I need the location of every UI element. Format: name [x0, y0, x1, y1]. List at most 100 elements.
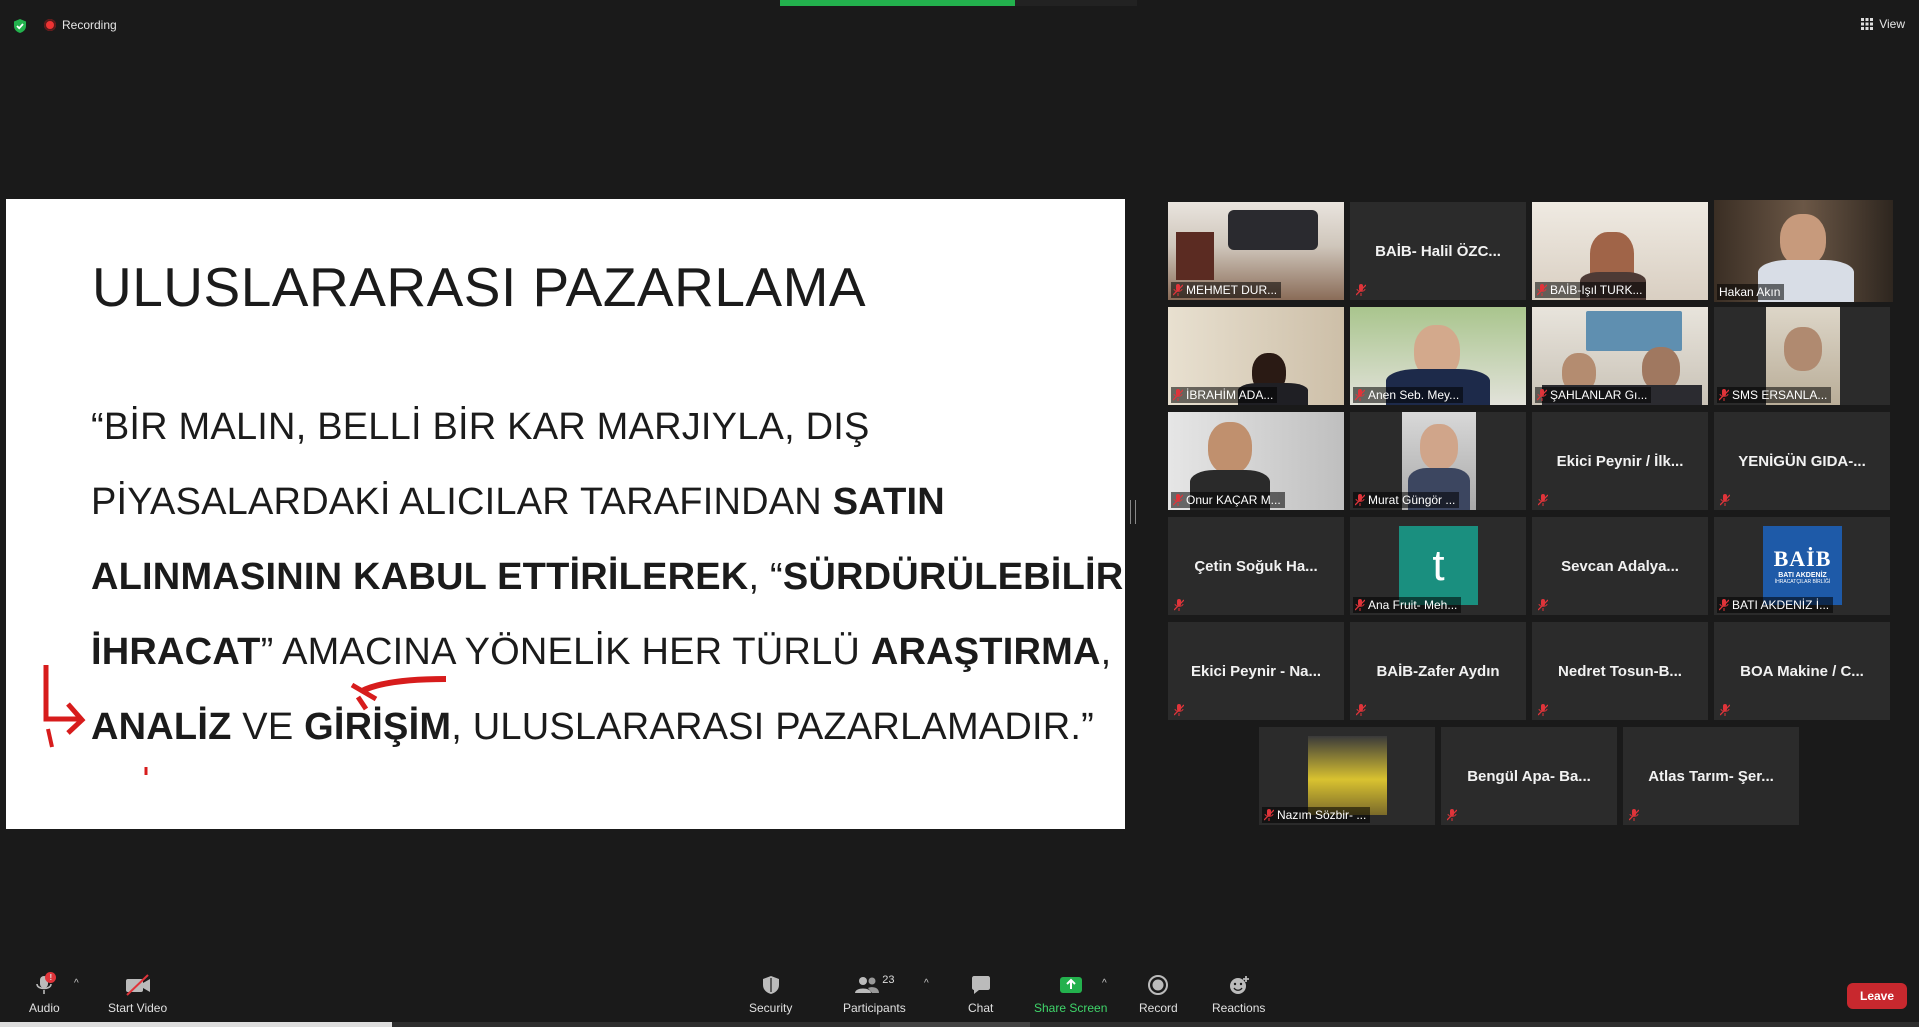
- participant-tile[interactable]: Atlas Tarım- Şer...: [1623, 727, 1799, 825]
- security-label: Security: [749, 1001, 793, 1015]
- participant-name: Ekici Peynir / İlk...: [1556, 452, 1684, 470]
- record-button[interactable]: Record: [1139, 974, 1178, 1015]
- participant-tile[interactable]: Onur KAÇAR M...: [1168, 412, 1344, 510]
- participant-name: Atlas Tarım- Şer...: [1648, 767, 1774, 785]
- participant-tile[interactable]: MEHMET DUR...: [1168, 202, 1344, 300]
- mic-muted-icon: [1355, 599, 1365, 611]
- panel-splitter-handle[interactable]: [1130, 500, 1136, 524]
- participant-name-label: MEHMET DUR...: [1186, 283, 1278, 297]
- chat-label: Chat: [968, 1001, 994, 1015]
- participants-button[interactable]: 23 Participants: [843, 974, 906, 1015]
- mic-muted-icon: [1719, 389, 1729, 401]
- participant-tile[interactable]: BOA Makine / C...: [1714, 622, 1890, 720]
- mic-muted-icon: [1174, 599, 1184, 611]
- participant-name: Sevcan Adalya...: [1561, 557, 1679, 575]
- participant-name-label: Ana Fruit- Meh...: [1368, 598, 1458, 612]
- participant-name: BOA Makine / C...: [1740, 662, 1864, 680]
- participant-tile[interactable]: BAİB BATI AKDENİZ İHRACATÇILAR BİRLİĞİ B…: [1714, 517, 1890, 615]
- reactions-button[interactable]: Reactions: [1212, 974, 1265, 1015]
- participant-tile[interactable]: BAİB- Halil ÖZC...: [1350, 202, 1526, 300]
- mic-muted-icon: [1174, 704, 1184, 716]
- mic-muted-icon: [1538, 704, 1548, 716]
- shield-icon: [762, 976, 779, 994]
- participant-name: Bengül Apa- Ba...: [1467, 767, 1591, 785]
- mic-muted-icon: [1537, 284, 1547, 296]
- chat-button[interactable]: Chat: [968, 974, 993, 1015]
- participant-name-label: BATI AKDENİZ İ...: [1732, 598, 1830, 612]
- mic-muted-icon: [1355, 494, 1365, 506]
- participant-name-label: ŞAHLANLAR Gı...: [1550, 388, 1648, 402]
- participants-label: Participants: [843, 1001, 906, 1015]
- mic-muted-icon: [1356, 284, 1366, 296]
- annotation-arrows-icon: [43, 665, 447, 775]
- participant-name-label: Onur KAÇAR M...: [1186, 493, 1281, 507]
- shared-screen-slide: ULUSLARARASI PAZARLAMA “BİR MALIN, BELLİ…: [6, 199, 1125, 829]
- leave-button[interactable]: Leave: [1847, 983, 1907, 1009]
- recording-label: Recording: [62, 18, 117, 32]
- participant-name-label: İBRAHİM ADA...: [1186, 388, 1274, 402]
- participant-tile[interactable]: t Ana Fruit- Meh...: [1350, 517, 1526, 615]
- participant-tile[interactable]: Ekici Peynir - Na...: [1168, 622, 1344, 720]
- participant-name: BAİB-Zafer Aydın: [1376, 662, 1500, 680]
- record-label: Record: [1139, 1001, 1178, 1015]
- participant-tile[interactable]: Sevcan Adalya...: [1532, 517, 1708, 615]
- mic-muted-icon: [1538, 494, 1548, 506]
- shield-check-icon[interactable]: [12, 18, 28, 34]
- mic-muted-icon: [1173, 494, 1183, 506]
- record-icon: [1148, 975, 1169, 995]
- security-button[interactable]: Security: [749, 974, 792, 1015]
- participants-options-caret-icon[interactable]: ^: [924, 978, 929, 989]
- participants-count: 23: [882, 974, 895, 986]
- taskbar-strip: [0, 1022, 1919, 1027]
- mic-muted-icon: [1264, 809, 1274, 821]
- mic-muted-icon: [1447, 809, 1457, 821]
- smiley-icon: [1229, 976, 1249, 994]
- audio-button[interactable]: ! Audio: [29, 972, 60, 1015]
- chat-bubble-icon: [971, 976, 990, 994]
- participant-tile[interactable]: Bengül Apa- Ba...: [1441, 727, 1617, 825]
- view-button[interactable]: View: [1861, 17, 1905, 31]
- participant-tile[interactable]: BAİB-Zafer Aydın: [1350, 622, 1526, 720]
- start-video-label: Start Video: [108, 1001, 168, 1015]
- participant-tile[interactable]: Nazım Sözbir- ...: [1259, 727, 1435, 825]
- participant-name-label: Anen Seb. Mey...: [1368, 388, 1460, 402]
- reactions-label: Reactions: [1212, 1001, 1266, 1015]
- participant-name: YENİGÜN GIDA-...: [1738, 452, 1866, 470]
- participant-name-label: Murat Güngör ...: [1368, 493, 1456, 507]
- share-screen-icon: [1059, 977, 1082, 993]
- mic-muted-icon: [1537, 389, 1547, 401]
- record-dot-icon: [44, 19, 56, 31]
- participant-tile[interactable]: Nedret Tosun-B...: [1532, 622, 1708, 720]
- share-screen-button[interactable]: Share Screen: [1034, 974, 1107, 1015]
- participant-tile[interactable]: Çetin Soğuk Ha...: [1168, 517, 1344, 615]
- mic-muted-icon: [1720, 704, 1730, 716]
- mic-muted-icon: [1720, 494, 1730, 506]
- mic-muted-icon: [1355, 389, 1365, 401]
- participant-tile[interactable]: SMS ERSANLA...: [1714, 307, 1890, 405]
- recording-indicator[interactable]: Recording: [44, 18, 117, 32]
- mic-muted-icon: [1356, 704, 1366, 716]
- share-options-caret-icon[interactable]: ^: [1102, 978, 1107, 989]
- video-off-icon: [125, 974, 150, 996]
- mic-muted-icon: [1173, 389, 1183, 401]
- participant-name-label: Hakan Akın: [1719, 285, 1781, 299]
- participant-tile[interactable]: BAİB-Işıl TURK...: [1532, 202, 1708, 300]
- participant-name-label: Nazım Sözbir- ...: [1277, 808, 1367, 822]
- mic-muted-icon: [1173, 284, 1183, 296]
- participant-tile[interactable]: İBRAHİM ADA...: [1168, 307, 1344, 405]
- start-video-button[interactable]: Start Video: [108, 974, 167, 1015]
- participant-name-label: SMS ERSANLA...: [1732, 388, 1828, 402]
- participant-tile[interactable]: Murat Güngör ...: [1350, 412, 1526, 510]
- audio-options-caret-icon[interactable]: ^: [74, 978, 79, 989]
- participant-tile[interactable]: YENİGÜN GIDA-...: [1714, 412, 1890, 510]
- people-icon: [855, 977, 880, 993]
- participant-tile[interactable]: Anen Seb. Mey...: [1350, 307, 1526, 405]
- participant-tile-active-speaker[interactable]: Hakan Akın: [1714, 200, 1893, 302]
- participant-name-label: BAİB-Işıl TURK...: [1550, 283, 1643, 297]
- grid-icon: [1861, 18, 1874, 30]
- participant-tile[interactable]: ŞAHLANLAR Gı...: [1532, 307, 1708, 405]
- participant-tile[interactable]: Ekici Peynir / İlk...: [1532, 412, 1708, 510]
- participant-name: Nedret Tosun-B...: [1558, 662, 1682, 680]
- avatar: t: [1399, 526, 1478, 605]
- mic-muted-icon: [1719, 599, 1729, 611]
